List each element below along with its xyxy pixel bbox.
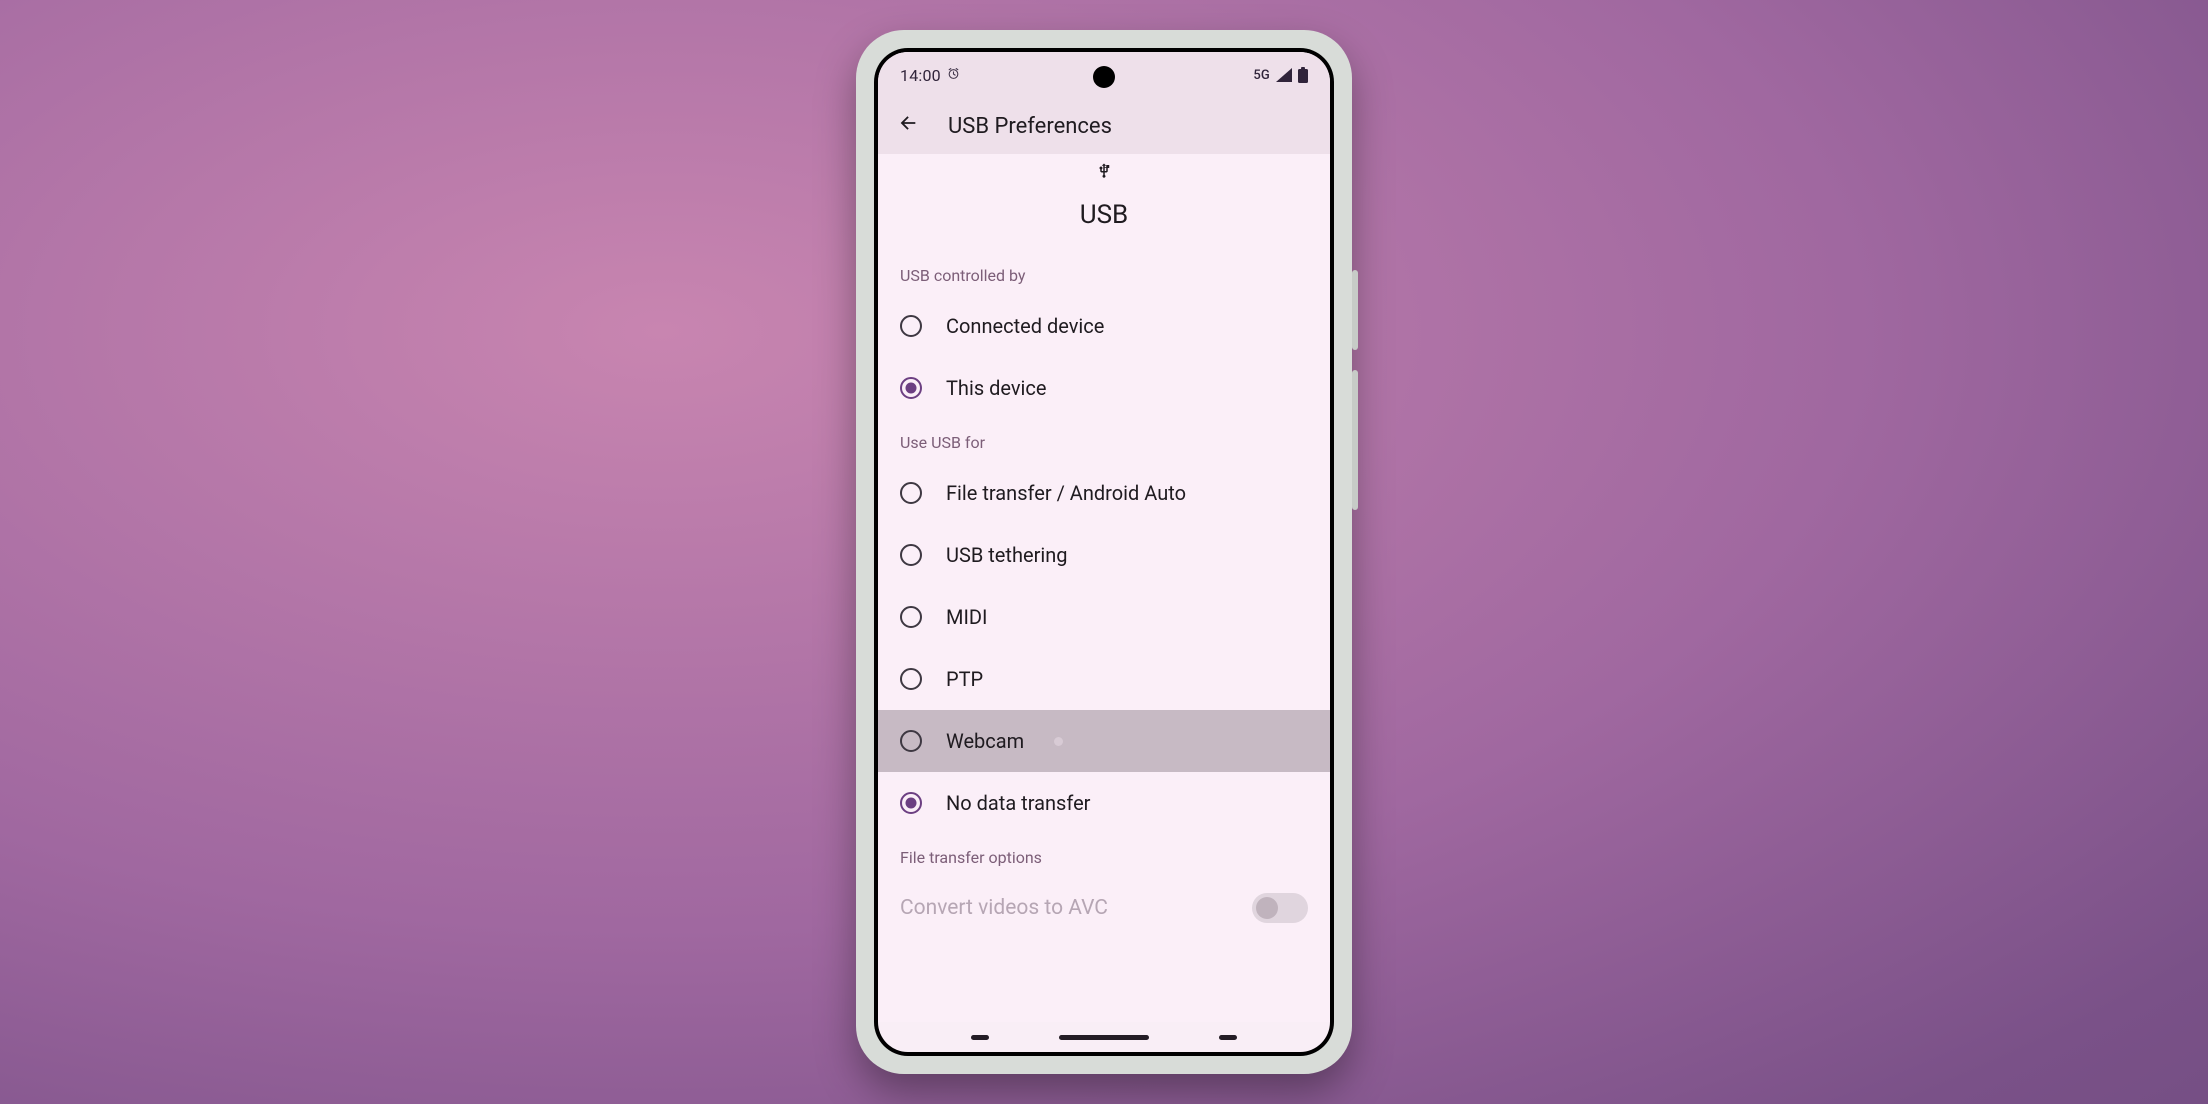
- alarm-icon: [947, 67, 960, 84]
- radio-label: Webcam: [946, 729, 1024, 753]
- radio-icon: [900, 668, 922, 690]
- front-camera-cutout: [1093, 66, 1115, 88]
- status-time: 14:00: [900, 66, 941, 85]
- radio-row[interactable]: No data transfer: [878, 772, 1330, 834]
- phone-side-button: [1352, 270, 1358, 350]
- battery-icon: [1298, 67, 1308, 83]
- ripple-indicator: [1054, 737, 1063, 746]
- page-title: USB: [878, 200, 1330, 230]
- toggle-row-convert-avc: Convert videos to AVC: [878, 877, 1330, 939]
- signal-icon: [1276, 68, 1292, 82]
- phone-frame: 14:00 5G: [856, 30, 1352, 1074]
- network-label: 5G: [1253, 69, 1270, 82]
- arrow-back-icon: [897, 112, 919, 140]
- radio-label: This device: [946, 376, 1308, 400]
- back-button[interactable]: [890, 108, 926, 144]
- radio-row[interactable]: File transfer / Android Auto: [878, 462, 1330, 524]
- radio-row[interactable]: USB tethering: [878, 524, 1330, 586]
- screen: 14:00 5G: [878, 52, 1330, 1052]
- radio-label: MIDI: [946, 605, 1308, 629]
- app-bar: USB Preferences: [878, 98, 1330, 154]
- app-bar-title: USB Preferences: [948, 114, 1112, 139]
- status-left: 14:00: [900, 66, 960, 85]
- usb-icon: [878, 162, 1330, 184]
- content[interactable]: USB USB controlled by Connected device Th…: [878, 154, 1330, 1022]
- radio-row[interactable]: MIDI: [878, 586, 1330, 648]
- section-header-controlled: USB controlled by: [878, 252, 1330, 295]
- phone-volume-rocker: [1352, 370, 1358, 510]
- radio-icon: [900, 315, 922, 337]
- radio-row[interactable]: Webcam: [878, 710, 1330, 772]
- nav-indicator: [971, 1035, 989, 1040]
- radio-icon: [900, 606, 922, 628]
- nav-indicator: [1059, 1035, 1149, 1040]
- radio-icon: [900, 792, 922, 814]
- radio-label: No data transfer: [946, 791, 1308, 815]
- radio-row[interactable]: PTP: [878, 648, 1330, 710]
- radio-icon: [900, 482, 922, 504]
- radio-label: Connected device: [946, 314, 1308, 338]
- radio-icon: [900, 544, 922, 566]
- radio-row[interactable]: This device: [878, 357, 1330, 419]
- nav-bar: [878, 1022, 1330, 1052]
- radio-label: PTP: [946, 667, 1308, 691]
- radio-icon: [900, 730, 922, 752]
- radio-icon: [900, 377, 922, 399]
- phone-bezel: 14:00 5G: [874, 48, 1334, 1056]
- radio-label: File transfer / Android Auto: [946, 481, 1308, 505]
- switch-convert-avc[interactable]: [1252, 893, 1308, 923]
- radio-label: USB tethering: [946, 543, 1308, 567]
- switch-knob: [1256, 897, 1278, 919]
- nav-indicator: [1219, 1035, 1237, 1040]
- toggle-label: Convert videos to AVC: [900, 896, 1108, 920]
- section-header-file-transfer: File transfer options: [878, 834, 1330, 877]
- section-header-use-for: Use USB for: [878, 419, 1330, 462]
- radio-row[interactable]: Connected device: [878, 295, 1330, 357]
- status-right: 5G: [1253, 67, 1308, 83]
